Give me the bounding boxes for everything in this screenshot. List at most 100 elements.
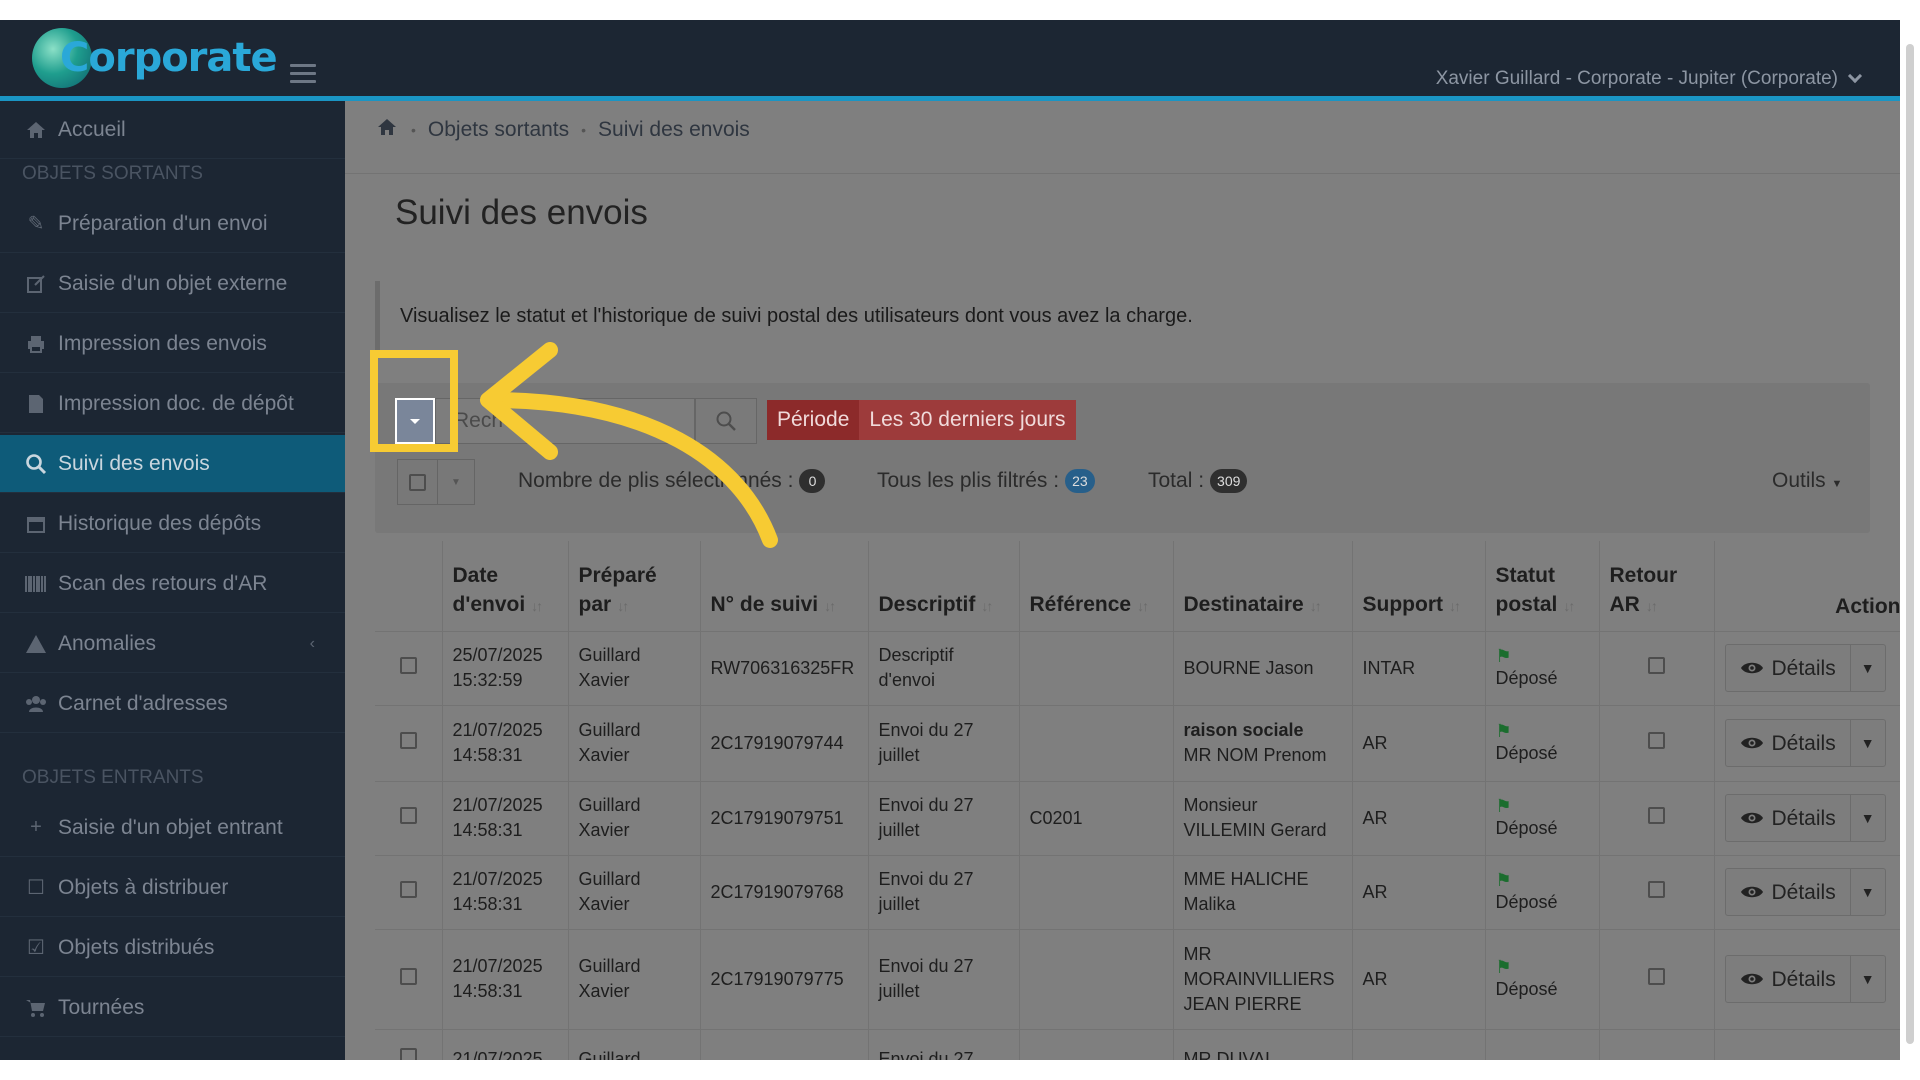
cell-tracking: 2C17919079744 [700, 705, 869, 782]
select-options-caret-icon[interactable]: ▼ [438, 460, 474, 504]
sidebar-item-historique[interactable]: Historique des dépôts [0, 495, 345, 553]
sidebar-item-suivi-envois[interactable]: Suivi des envois [0, 435, 345, 493]
sidebar-section-incoming: OBJETS ENTRANTS [22, 767, 204, 788]
details-main[interactable]: Détails [1726, 720, 1851, 766]
cell-text: MR DUVAL [1183, 1048, 1276, 1061]
header-label: Destinataire [1183, 592, 1304, 616]
selected-label: Nombre de plis sélectionnés : [518, 469, 794, 492]
column-header-description[interactable]: Descriptif ↓↑ [868, 541, 1020, 632]
details-dropdown-caret-icon[interactable]: ▼ [1851, 806, 1885, 831]
return-ar-checkbox[interactable] [1648, 967, 1665, 985]
return-ar-checkbox[interactable] [1648, 806, 1665, 824]
row-checkbox[interactable] [399, 967, 417, 985]
details-button[interactable]: Détails ▼ [1724, 719, 1886, 767]
hamburger-menu-icon[interactable] [290, 64, 316, 88]
cell-text: Déposé [1495, 978, 1558, 999]
details-dropdown-caret-icon[interactable]: ▼ [1851, 880, 1885, 905]
user-menu[interactable]: Xavier Guillard - Corporate - Jupiter (C… [1436, 68, 1863, 90]
details-main[interactable]: Détails [1726, 645, 1851, 691]
column-header-date[interactable]: Date d'envoi ↓↑ [442, 541, 569, 632]
search-button[interactable] [695, 398, 757, 444]
cell-action: Détails ▼ [1714, 781, 1900, 856]
home-icon[interactable] [375, 117, 399, 143]
cell-reference [1019, 631, 1174, 706]
sidebar-item-preparation[interactable]: ✎ Préparation d'un envoi [0, 195, 345, 253]
external-edit-icon [24, 272, 48, 296]
sort-icon: ↓↑ [1309, 597, 1322, 614]
details-dropdown-caret-icon[interactable]: ▼ [1851, 656, 1885, 681]
details-label: Détails [1771, 731, 1836, 755]
vertical-scrollbar[interactable] [1900, 20, 1920, 1060]
return-ar-checkbox[interactable] [1648, 656, 1665, 674]
column-header-reference[interactable]: Référence ↓↑ [1019, 541, 1174, 632]
cell-text: INTAR [1362, 657, 1416, 678]
cell-text: 2C17919079775 [710, 968, 844, 989]
sidebar-item-a-distribuer[interactable]: ☐ Objets à distribuer [0, 859, 345, 917]
row-checkbox[interactable] [399, 880, 417, 898]
sidebar-item-saisie-entrant[interactable]: + Saisie d'un objet entrant [0, 799, 345, 857]
period-filter-tag[interactable]: Période Les 30 derniers jours [767, 400, 1076, 440]
tools-dropdown[interactable]: Outils ▼ [1772, 469, 1842, 493]
cell-action: Détails ▼ [1714, 631, 1900, 706]
sidebar-item-saisie-externe[interactable]: Saisie d'un objet externe [0, 255, 345, 313]
sidebar-item-carnet[interactable]: Carnet d'adresses [0, 675, 345, 733]
sidebar-item-tournees[interactable]: Tournées [0, 979, 345, 1037]
table-row[interactable]: 21/07/2025 14:58:31 Guillard Xavier 2C1791… [375, 705, 1900, 782]
column-header-tracking[interactable]: N° de suivi ↓↑ [700, 541, 869, 632]
details-main[interactable]: Détails [1726, 956, 1851, 1002]
row-checkbox[interactable] [399, 806, 417, 824]
details-button[interactable]: Détails ▼ [1724, 644, 1886, 692]
details-main[interactable]: Détails [1726, 869, 1851, 915]
tools-label: Outils [1772, 469, 1826, 492]
column-header-prepared-by[interactable]: Préparé par ↓↑ [568, 541, 701, 632]
sidebar-item-impression-envois[interactable]: Impression des envois [0, 315, 345, 373]
search-icon [716, 411, 736, 431]
breadcrumb-separator: • [581, 122, 587, 138]
row-checkbox[interactable] [399, 656, 417, 674]
table-row[interactable]: 21/07/2025 14:58:31 Guillard Xavier 2C1791… [375, 781, 1900, 856]
sort-icon: ↓↑ [1448, 597, 1461, 614]
details-dropdown-caret-icon[interactable]: ▼ [1851, 967, 1885, 992]
details-main[interactable]: Détails [1726, 795, 1851, 841]
table-row[interactable]: 25/07/2025 15:32:59 Guillard Xavier RW7063… [375, 631, 1900, 706]
cell-recipient: BOURNE Jason [1173, 631, 1353, 706]
page-description: Visualisez le statut et l'historique de … [400, 304, 1193, 327]
search-input[interactable]: Rech [435, 398, 695, 444]
breadcrumb-item[interactable]: Objets sortants [428, 118, 569, 142]
scrollbar-thumb[interactable] [1906, 44, 1914, 1044]
column-header-status[interactable]: Statut postal ↓↑ [1485, 541, 1600, 632]
header-label: Retour AR [1609, 563, 1678, 616]
sidebar-item-label: Impression des envois [58, 331, 267, 355]
cell-tracking [700, 1029, 869, 1060]
sidebar-item-distribues[interactable]: ☑ Objets distribués [0, 919, 345, 977]
details-button[interactable]: Détails ▼ [1724, 955, 1886, 1003]
sidebar-item-scan-ar[interactable]: Scan des retours d'AR [0, 555, 345, 613]
table-row[interactable]: 21/07/2025 14:58:31 Guillard Xavier 2C1791… [375, 855, 1900, 930]
cell-return [1599, 855, 1715, 930]
logo[interactable]: Corporate [32, 26, 278, 90]
table-row[interactable]: 21/07/2025 14:58:31 Guillard Xavier 2C1791… [375, 929, 1900, 1030]
cell-return [1599, 705, 1715, 782]
sidebar-item-accueil[interactable]: Accueil [0, 101, 345, 159]
sidebar-item-anomalies[interactable]: Anomalies ‹ [0, 615, 345, 673]
details-dropdown-caret-icon[interactable]: ▼ [1851, 731, 1885, 756]
search-filter-dropdown-button[interactable] [395, 398, 435, 444]
return-ar-checkbox[interactable] [1648, 731, 1665, 749]
cell-text: 14:58:31 [452, 981, 523, 1001]
details-button[interactable]: Détails ▼ [1724, 868, 1886, 916]
header-label: Date d'envoi [452, 563, 526, 616]
breadcrumb-item: Suivi des envois [598, 118, 750, 141]
table-row[interactable]: 21/07/2025 Guillard Envoi du 27 MR DUVAL [375, 1029, 1900, 1060]
total-count-stat: Total : 309 [1148, 469, 1248, 493]
row-checkbox[interactable] [399, 1047, 417, 1060]
sidebar-item-impression-depot[interactable]: Impression doc. de dépôt [0, 375, 345, 433]
row-checkbox[interactable] [399, 731, 417, 749]
cell-return [1599, 1029, 1715, 1060]
cell-text: Xavier [578, 745, 630, 765]
return-ar-checkbox[interactable] [1648, 880, 1665, 898]
column-header-support[interactable]: Support ↓↑ [1352, 541, 1486, 632]
details-button[interactable]: Détails ▼ [1724, 794, 1886, 842]
column-header-recipient[interactable]: Destinataire ↓↑ [1173, 541, 1353, 632]
column-header-return[interactable]: Retour AR ↓↑ [1599, 541, 1715, 632]
select-all-checkbox[interactable] [398, 460, 438, 504]
